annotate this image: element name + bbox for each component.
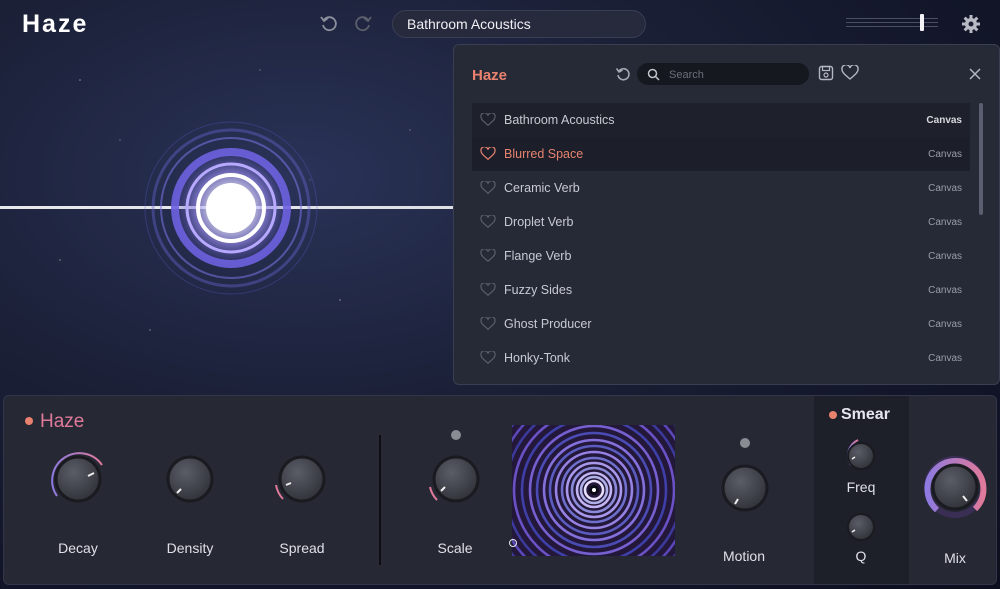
browser-title: Haze [472, 67, 508, 84]
mix-knob[interactable] [924, 456, 987, 518]
brand-logo: Haze [22, 10, 89, 38]
preset-category: Canvas [926, 114, 962, 126]
preset-name: Flange Verb [504, 249, 572, 263]
preset-category: Canvas [928, 284, 962, 296]
preset-name: Bathroom Acoustics [504, 113, 615, 127]
redo-icon[interactable] [352, 12, 374, 34]
preset-name: Blurred Space [504, 147, 584, 161]
decay-knob[interactable] [51, 452, 103, 503]
preset-row-bathroom-acoustics[interactable]: Bathroom Acoustics Canvas [472, 103, 970, 137]
heart-icon[interactable] [472, 181, 504, 195]
visualizer-handle[interactable] [509, 539, 517, 547]
output-gain-slider-thumb[interactable] [920, 14, 924, 31]
preset-row-fuzzy-sides[interactable]: Fuzzy Sides Canvas [472, 273, 970, 307]
preset-row-flange-verb[interactable]: Flange Verb Canvas [472, 239, 970, 273]
heart-icon[interactable] [472, 283, 504, 297]
q-knob[interactable] [847, 513, 875, 541]
undo-icon[interactable] [318, 12, 340, 34]
preset-name: Ceramic Verb [504, 181, 580, 195]
preset-category: Canvas [928, 182, 962, 194]
output-gain-slider[interactable] [846, 16, 938, 30]
density-knob[interactable] [166, 455, 214, 503]
freq-knob[interactable] [847, 439, 875, 470]
preset-category: Canvas [928, 318, 962, 330]
preset-name: Honky-Tonk [504, 351, 570, 365]
preset-list-scrollbar[interactable] [979, 103, 983, 215]
smear-module-title: Smear [841, 406, 890, 423]
freq-label: Freq [846, 479, 876, 495]
preset-row-droplet-verb[interactable]: Droplet Verb Canvas [472, 205, 970, 239]
heart-icon[interactable] [472, 113, 504, 127]
preset-name: Ghost Producer [504, 317, 592, 331]
favorites-filter-icon[interactable] [840, 64, 860, 82]
haze-visualizer [512, 425, 675, 556]
motion-knob[interactable] [721, 438, 769, 512]
preset-category: Canvas [928, 148, 962, 160]
preset-category: Canvas [928, 216, 962, 228]
preset-name: Fuzzy Sides [504, 283, 573, 297]
scale-label: Scale [437, 540, 473, 556]
preset-category: Canvas [928, 352, 962, 364]
spread-knob[interactable] [275, 455, 326, 503]
preset-row-ceramic-verb[interactable]: Ceramic Verb Canvas [472, 171, 970, 205]
q-label: Q [855, 548, 867, 564]
mix-label: Mix [944, 550, 966, 566]
preset-name-display[interactable]: Bathroom Acoustics [392, 10, 646, 38]
heart-icon[interactable] [472, 249, 504, 263]
preset-search[interactable] [637, 63, 809, 85]
preset-row-ghost-producer[interactable]: Ghost Producer Canvas [472, 307, 970, 341]
decay-label: Decay [58, 540, 98, 556]
motion-label: Motion [722, 548, 766, 564]
smear-enable-led[interactable] [829, 411, 837, 419]
preset-row-honky-tonk[interactable]: Honky-Tonk Canvas [472, 341, 970, 375]
preset-category: Canvas [928, 250, 962, 262]
close-icon[interactable] [966, 65, 984, 83]
section-divider [379, 435, 381, 565]
preset-browser: Haze Bathroom Acoustics Canvas Blurred S… [453, 44, 1000, 385]
heart-icon[interactable] [472, 317, 504, 331]
heart-icon[interactable] [472, 147, 504, 161]
heart-icon[interactable] [472, 215, 504, 229]
heart-icon[interactable] [472, 351, 504, 365]
preset-row-blurred-space[interactable]: Blurred Space Canvas [472, 137, 970, 171]
search-icon [646, 67, 660, 81]
scale-knob[interactable] [429, 430, 480, 503]
preset-name: Droplet Verb [504, 215, 574, 229]
gear-icon[interactable] [960, 13, 982, 35]
save-icon[interactable] [817, 64, 835, 82]
preset-list: Bathroom Acoustics Canvas Blurred Space … [472, 103, 970, 375]
density-label: Density [166, 540, 214, 556]
reset-icon[interactable] [614, 65, 632, 83]
search-input[interactable] [667, 66, 801, 84]
spread-label: Spread [279, 540, 325, 556]
